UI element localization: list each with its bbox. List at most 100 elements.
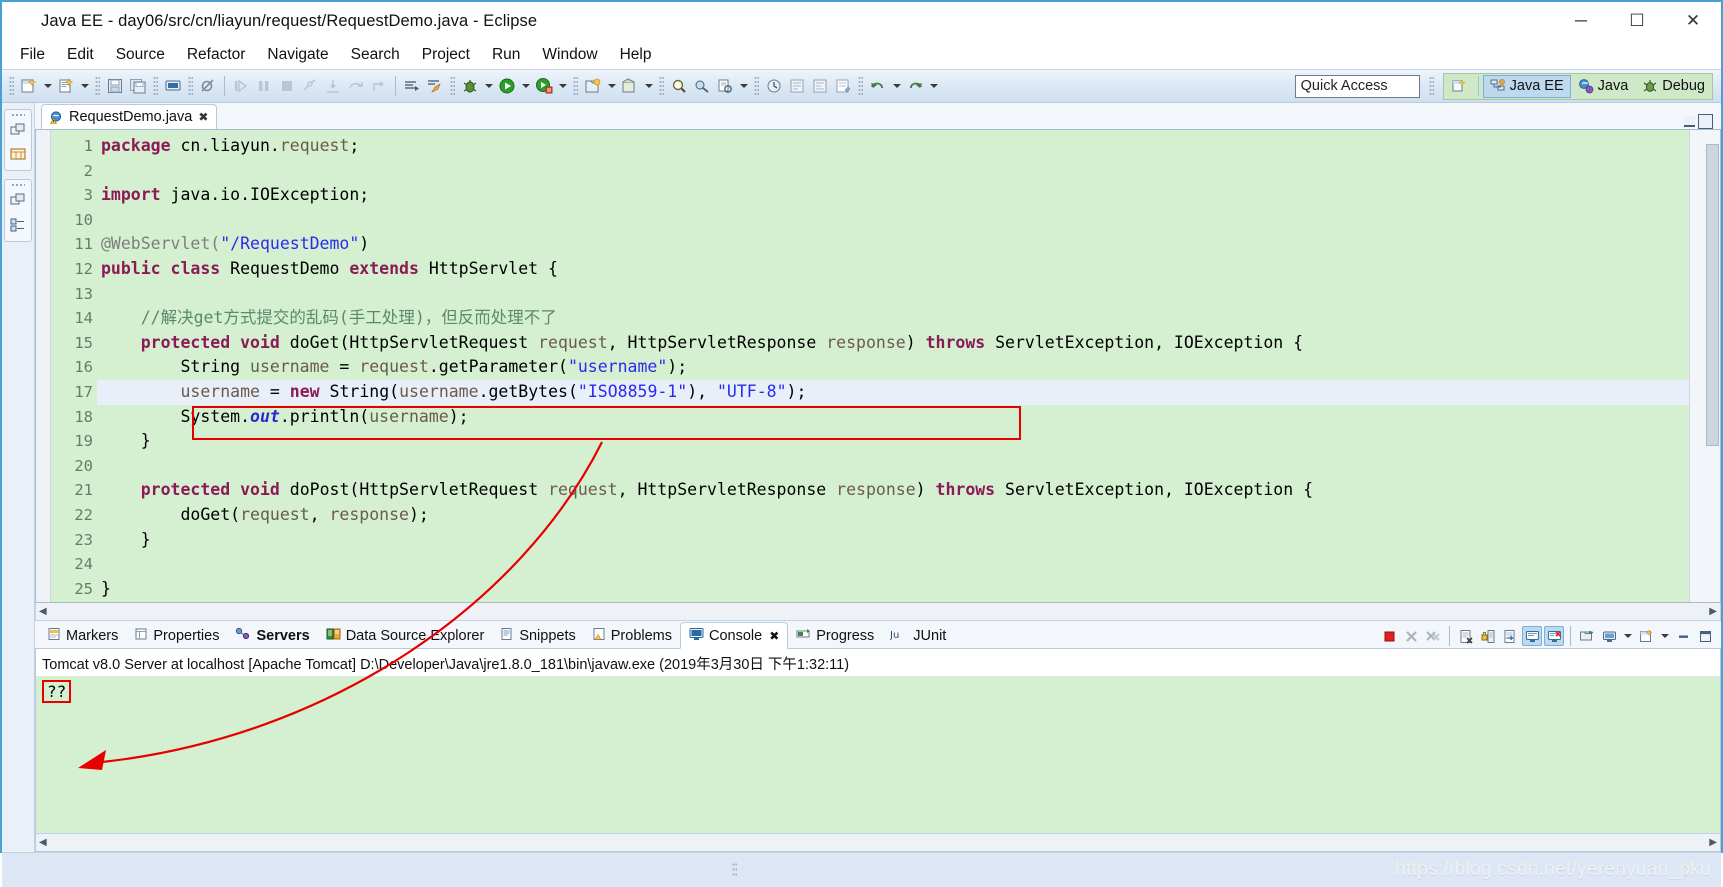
status-bar-grip[interactable] [732,862,737,878]
scroll-lock-icon[interactable] [1478,626,1498,646]
suspend-icon[interactable] [253,74,275,98]
toolbar-grip[interactable] [9,76,14,96]
bottom-tab-junit[interactable]: Ju JUnit [882,623,954,648]
terminate-icon[interactable] [1379,626,1399,646]
save-all-icon[interactable] [127,74,149,98]
step-into-icon[interactable] [322,74,344,98]
console-output[interactable]: ?? [36,676,1720,833]
display-console-dropdown-icon[interactable] [1621,624,1634,648]
restore-icon-2[interactable] [10,193,26,211]
open-type-icon[interactable] [691,74,713,98]
open-resource-dropdown-icon[interactable] [737,74,750,98]
perspective-debug[interactable]: Debug [1635,75,1712,98]
previous-annotation-icon[interactable] [786,74,808,98]
close-icon[interactable]: ✖ [198,110,208,124]
run-icon[interactable] [496,74,518,98]
toolbar-grip-9[interactable] [858,76,863,96]
code-line[interactable] [97,159,1689,184]
code-line[interactable]: package cn.liayun.request; [97,134,1689,159]
disconnect-icon[interactable] [299,74,321,98]
new-package-icon[interactable] [619,74,641,98]
last-edit-location-icon[interactable] [832,74,854,98]
code-line[interactable]: protected void doGet(HttpServletRequest … [97,331,1689,356]
minimize-icon[interactable] [1673,626,1693,646]
overview-ruler[interactable] [1689,130,1705,602]
scroll-left-icon[interactable]: ◀ [39,837,47,848]
menu-window[interactable]: Window [532,43,607,67]
menu-project[interactable]: Project [412,43,480,67]
open-console-dropdown-icon[interactable] [1658,624,1671,648]
code-line[interactable] [97,208,1689,233]
console-horizontal-scrollbar[interactable]: ◀ ▶ [36,833,1720,851]
bottom-tab-servers[interactable]: Servers [227,623,317,648]
editor-tab-requestdemo[interactable]: RequestDemo.java ✖ [41,104,218,129]
code-line[interactable] [97,282,1689,307]
word-wrap-icon[interactable] [1500,626,1520,646]
toolbar-grip-5[interactable] [450,76,455,96]
menu-edit[interactable]: Edit [57,43,104,67]
perspective-java-ee[interactable]: Java EE [1482,74,1571,98]
new-wizard-icon[interactable] [18,74,40,98]
code-line[interactable]: String username = request.getParameter("… [97,355,1689,380]
minimize-button[interactable]: ─ [1553,2,1609,40]
new-project-dropdown-icon[interactable] [605,74,618,98]
menu-search[interactable]: Search [341,43,410,67]
open-console-icon[interactable] [1636,626,1656,646]
clear-console-icon[interactable] [1456,626,1476,646]
restore-icon[interactable] [10,123,26,141]
open-resource-icon[interactable] [714,74,736,98]
debug-dropdown-icon[interactable] [482,74,495,98]
bottom-tab-markers[interactable]: Markers [39,623,126,648]
bottom-tab-data-source-explorer[interactable]: Data Source Explorer [318,623,493,648]
toolbar-grip-6[interactable] [573,76,578,96]
print-icon[interactable] [162,74,184,98]
open-perspective-button[interactable] [1444,75,1474,98]
menu-file[interactable]: File [10,43,55,67]
code-line[interactable]: } [97,577,1689,602]
bottom-tab-properties[interactable]: Properties [126,623,227,648]
toolbar-grip-8[interactable] [754,76,759,96]
code-line[interactable]: } [97,528,1689,553]
save-icon[interactable] [104,74,126,98]
show-console-on-output-icon[interactable] [1522,626,1542,646]
search-icon[interactable] [668,74,690,98]
toolbar-grip-3[interactable] [153,76,158,96]
code-line[interactable] [97,454,1689,479]
close-button[interactable]: ✕ [1665,2,1721,40]
pin-console-icon[interactable] [1577,626,1597,646]
maximize-icon[interactable] [1695,626,1715,646]
run-last-tool-icon[interactable] [401,74,423,98]
scroll-right-icon[interactable]: ▶ [1709,837,1717,848]
toolbar-grip-7[interactable] [659,76,664,96]
bottom-tab-progress[interactable]: Progress [788,623,882,648]
code-line[interactable]: doGet(request, response); [97,503,1689,528]
code-line[interactable]: public class RequestDemo extends HttpSer… [97,257,1689,282]
menu-run[interactable]: Run [482,43,530,67]
back-dropdown-icon[interactable] [890,74,903,98]
fast-view-stack-2[interactable] [4,179,32,242]
show-console-on-error-icon[interactable] [1544,626,1564,646]
step-over-icon[interactable] [345,74,367,98]
scroll-right-icon[interactable]: ▶ [1709,606,1717,617]
editor-horizontal-scrollbar[interactable]: ◀ ▶ [35,603,1721,621]
menu-navigate[interactable]: Navigate [257,43,338,67]
code-line[interactable]: username = new String(username.getBytes(… [97,379,1689,405]
perspective-grip[interactable] [1428,76,1434,96]
menu-help[interactable]: Help [610,43,662,67]
new-wizard-dropdown-icon[interactable] [41,74,54,98]
maximize-button[interactable]: ☐ [1609,2,1665,40]
quick-access-input[interactable]: Quick Access [1294,74,1420,98]
code-line[interactable]: protected void doPost(HttpServletRequest… [97,478,1689,503]
new-java-file-icon[interactable] [55,74,77,98]
maximize-icon[interactable] [1698,114,1713,129]
code-editor[interactable]: 123⊞101112131415⊟161718192021⊟22232425 p… [35,129,1721,603]
back-icon[interactable] [867,74,889,98]
fast-view-handle-2[interactable] [11,183,25,187]
remove-launch-icon[interactable] [1401,626,1421,646]
bottom-tab-snippets[interactable]: Snippets [492,623,583,648]
forward-dropdown-icon[interactable] [927,74,940,98]
minimize-icon[interactable] [1684,116,1695,127]
editor-vertical-scrollbar[interactable] [1705,130,1720,602]
debug-icon[interactable] [459,74,481,98]
menu-refactor[interactable]: Refactor [177,43,256,67]
